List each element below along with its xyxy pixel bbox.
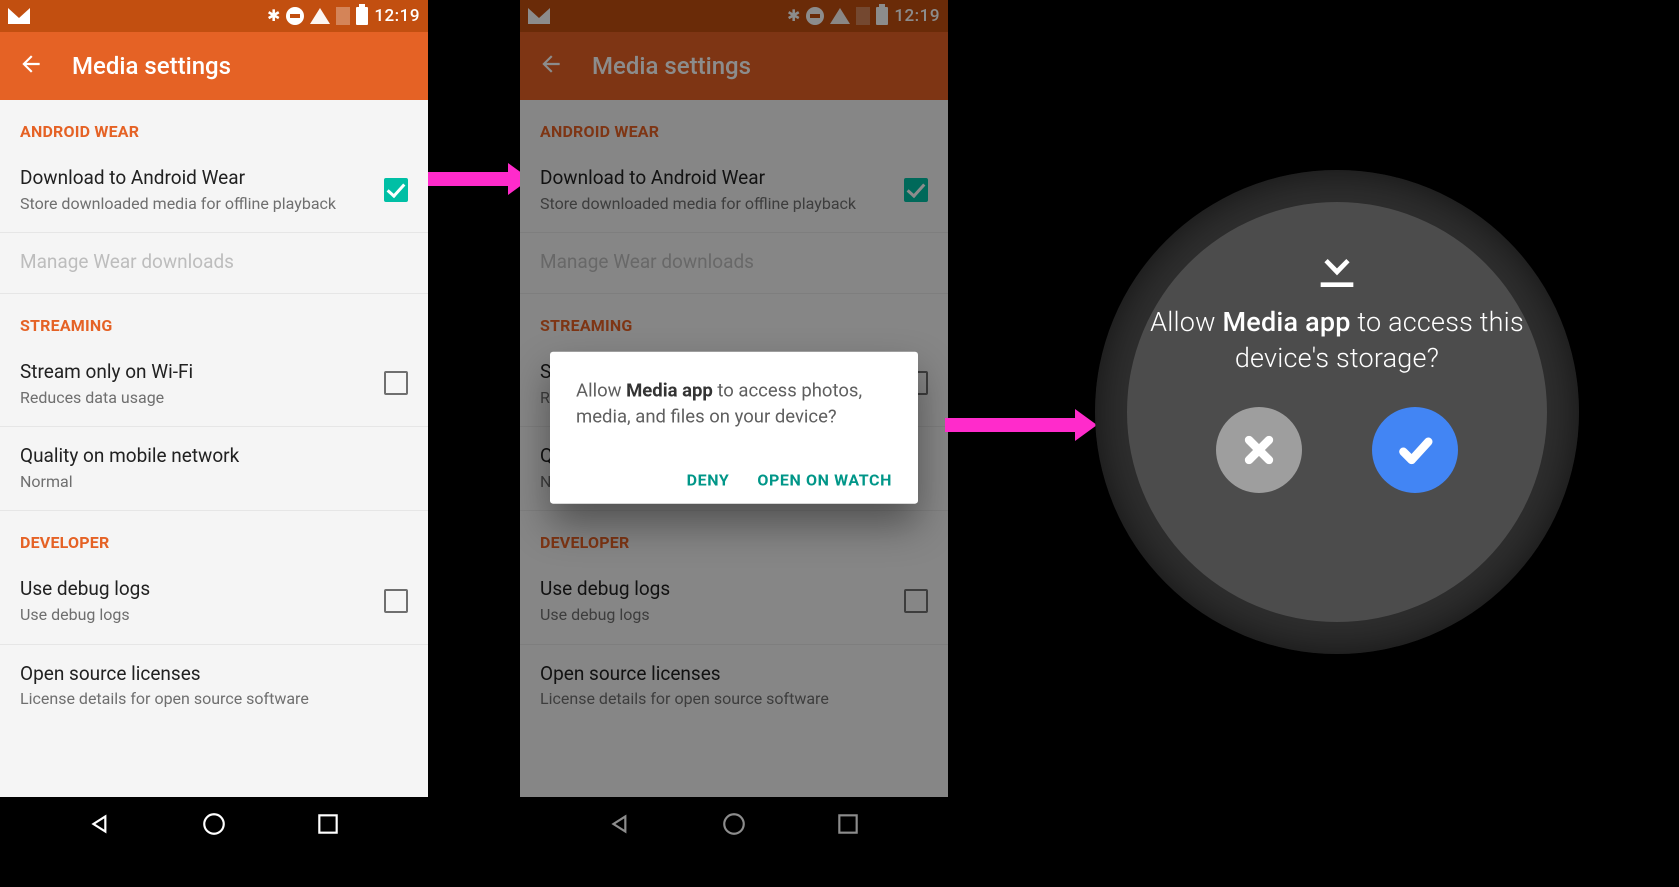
no-sim-icon — [336, 7, 350, 25]
watch-accept-button[interactable] — [1372, 407, 1458, 493]
dialog-deny-button[interactable]: DENY — [687, 471, 730, 490]
section-header-developer: DEVELOPER — [0, 511, 428, 560]
flow-arrow-icon — [945, 418, 1075, 432]
row-subtitle: Normal — [20, 471, 239, 493]
row-subtitle: Use debug logs — [20, 604, 150, 626]
watch-deny-button[interactable] — [1216, 407, 1302, 493]
row-subtitle: Reduces data usage — [20, 387, 193, 409]
row-title: Use debug logs — [20, 576, 150, 602]
row-title: Manage Wear downloads — [20, 249, 234, 275]
permission-dialog-text: Allow Media app to access photos, media,… — [576, 377, 892, 431]
dialog-open-on-watch-button[interactable]: OPEN ON WATCH — [757, 471, 892, 490]
phone-screen-2: 12:19 Media settings ANDROID WEAR Downlo… — [520, 0, 948, 855]
nav-home-icon[interactable] — [201, 811, 227, 841]
dnd-icon — [286, 7, 304, 25]
row-title: Download to Android Wear — [20, 165, 336, 191]
watch-face: Allow Media app to access this device's … — [1127, 202, 1547, 622]
section-header-wear: ANDROID WEAR — [0, 100, 428, 149]
back-arrow-icon[interactable] — [18, 51, 44, 81]
row-title: Open source licenses — [20, 661, 309, 687]
status-bar: 12:19 — [0, 0, 428, 32]
nav-back-icon[interactable] — [88, 811, 114, 841]
section-header-streaming: STREAMING — [0, 294, 428, 343]
watch-screen: Allow Media app to access this device's … — [1095, 170, 1579, 654]
row-title: Quality on mobile network — [20, 443, 239, 469]
app-bar: Media settings — [0, 32, 428, 100]
row-download-to-wear[interactable]: Download to Android Wear Store downloade… — [0, 149, 428, 233]
clock: 12:19 — [374, 6, 420, 26]
bluetooth-icon — [267, 6, 280, 26]
phone-screen-1: 12:19 Media settings ANDROID WEAR Downlo… — [0, 0, 428, 855]
nav-recents-icon[interactable] — [315, 811, 341, 841]
wifi-icon — [310, 8, 330, 24]
row-title: Stream only on Wi-Fi — [20, 359, 193, 385]
checkbox-debug-logs[interactable] — [384, 589, 408, 613]
battery-icon — [356, 7, 368, 25]
row-manage-wear-downloads[interactable]: Manage Wear downloads — [0, 233, 428, 294]
row-subtitle: License details for open source software — [20, 688, 309, 710]
watch-permission-text: Allow Media app to access this device's … — [1127, 304, 1547, 377]
flow-arrow-icon — [428, 172, 508, 186]
row-debug-logs[interactable]: Use debug logs Use debug logs — [0, 560, 428, 644]
row-stream-wifi-only[interactable]: Stream only on Wi-Fi Reduces data usage — [0, 343, 428, 427]
row-quality-mobile[interactable]: Quality on mobile network Normal — [0, 427, 428, 511]
row-open-source-licenses[interactable]: Open source licenses License details for… — [0, 645, 428, 728]
nav-bar — [0, 797, 428, 855]
page-title: Media settings — [72, 52, 231, 80]
gmail-icon — [8, 8, 30, 24]
checkbox-stream-wifi-only[interactable] — [384, 371, 408, 395]
download-icon — [1309, 238, 1365, 298]
row-subtitle: Store downloaded media for offline playb… — [20, 193, 336, 215]
checkbox-download-to-wear[interactable] — [384, 178, 408, 202]
permission-dialog: Allow Media app to access photos, media,… — [550, 351, 918, 504]
